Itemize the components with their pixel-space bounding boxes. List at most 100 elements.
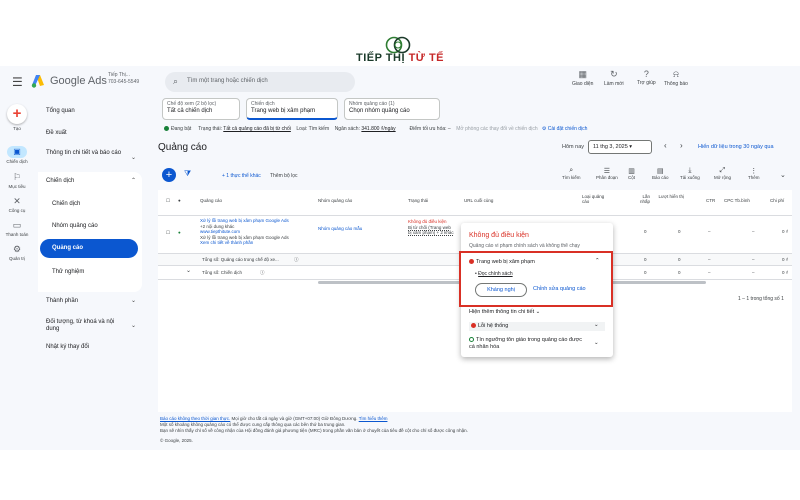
show-more-details[interactable]: Hiện thêm thông tin chi tiết ⌄ — [469, 309, 540, 315]
edit-ad-button[interactable]: Chỉnh sửa quảng cáo — [533, 286, 586, 292]
create-button[interactable]: + — [7, 104, 27, 124]
adgroup-link[interactable]: Nhóm quảng cáo mẫu — [318, 226, 362, 232]
chevron-down-icon[interactable]: ⌄ — [131, 297, 136, 304]
google-ads-logo-icon — [31, 75, 44, 88]
refresh-icon: ↻ — [610, 69, 618, 79]
rail-tools[interactable]: ✕ Công cụ — [0, 196, 34, 213]
view-selector[interactable]: Chế độ xem (2 bộ lọc) Tất cả chiến dịch — [162, 98, 240, 120]
expand-icon: ⤢ — [719, 167, 726, 174]
adgroup-selector[interactable]: Nhóm quảng cáo (1) Chọn nhóm quảng cáo — [344, 98, 440, 120]
row-checkbox[interactable]: ☐ — [166, 230, 170, 236]
compare-range[interactable]: Hiển dữ liệu trong 30 ngày qua — [698, 144, 774, 150]
nav-assets[interactable]: Thành phần — [46, 298, 78, 304]
impressions-value: 0 — [678, 229, 681, 234]
nav-change-history[interactable]: Nhật ký thay đổi — [46, 344, 89, 350]
col-final-url[interactable]: URL cuối cùng — [464, 198, 493, 203]
chevron-right-icon[interactable]: › — [680, 141, 683, 150]
tool-download[interactable]: ⤓ Tải xuống — [680, 167, 700, 180]
rail-billing[interactable]: ▭ Thanh toán — [0, 220, 34, 237]
chevron-up-icon[interactable]: ⌃ — [595, 258, 600, 264]
table-header: ☐ ● Quảng cáo Nhóm quảng cáo Trạng thái … — [158, 190, 792, 216]
policy-link[interactable]: • Đọc chính sách — [475, 271, 513, 277]
cost-value: 0 ₫ — [782, 229, 789, 234]
campaign-settings-link[interactable]: ⚙ Cài đặt chiến dịch — [542, 126, 588, 132]
select-all-checkbox[interactable]: ☐ — [166, 198, 170, 204]
expand-chevron-icon[interactable]: ⌄ — [186, 268, 191, 275]
col-ad[interactable]: Quảng cáo — [200, 198, 222, 203]
menu-icon[interactable]: ☰ — [12, 75, 23, 89]
search-input[interactable]: ⌕ Tìm một trang hoặc chiến dịch — [165, 72, 355, 92]
chevron-left-icon[interactable]: ‹ — [664, 141, 667, 150]
appeal-button[interactable]: Kháng nghị — [475, 283, 527, 297]
nav-insights[interactable]: Thông tin chi tiết và báo cáo — [46, 150, 122, 157]
add-entity-filter[interactable]: + 1 thực thể khác — [222, 173, 261, 179]
status-dot-icon: ● — [178, 230, 181, 235]
chevron-down-icon[interactable]: ⌄ — [780, 171, 786, 179]
help-button[interactable]: ? Trợ giúp — [637, 69, 656, 86]
help-icon[interactable]: ⓘ — [260, 270, 265, 276]
tool-more[interactable]: ⋮ Thêm — [748, 167, 760, 180]
gear-icon: ⚙ — [12, 244, 22, 254]
nav-sub-experiments[interactable]: Thử nghiệm — [52, 269, 84, 275]
tool-segment[interactable]: ☰ Phân đoạn — [596, 167, 618, 180]
add-ad-button[interactable]: + — [162, 168, 176, 182]
rail-campaigns[interactable]: ▣ Chiến dịch — [0, 146, 34, 164]
chevron-up-icon[interactable]: ⌃ — [131, 177, 136, 184]
change-note: Mở phòng các thay đổi về chiến dịch — [456, 126, 538, 132]
total-ads-label: Tổng số: Quảng cáo trong chế độ xe... — [202, 257, 279, 262]
chevron-down-icon[interactable]: ⌄ — [594, 322, 599, 328]
col-clicks[interactable]: Lần nhấp — [634, 194, 650, 204]
add-filter[interactable]: Thêm bộ lọc — [270, 173, 298, 179]
billing-icon: ▭ — [12, 220, 22, 230]
total-campaign-label: Tổng số: Chiến dịch — [202, 270, 243, 275]
tool-search[interactable]: ⌕ Tìm kiếm — [562, 167, 581, 180]
date-range-picker[interactable]: 11 thg 3, 2025 ▾ — [588, 140, 652, 154]
col-cost[interactable]: Chi phí — [770, 198, 784, 203]
status-dot-icon — [164, 126, 169, 132]
col-impressions[interactable]: Lượt hiển thị — [658, 194, 684, 199]
chevron-down-icon[interactable]: ⌄ — [594, 340, 599, 346]
ctr-value: – — [708, 229, 711, 234]
budget-value[interactable]: 341.800 ₫/ngày — [361, 126, 395, 132]
appearance-button[interactable]: ▦ Giao diện — [572, 69, 593, 87]
refresh-button[interactable]: ↻ Làm mới — [604, 69, 624, 87]
system-error-label: Lỗi hệ thống — [471, 323, 508, 329]
nav-overview[interactable]: Tổng quan — [46, 108, 75, 114]
col-cpc[interactable]: CPC Tb.bình — [724, 198, 750, 203]
popup-subtitle: Quảng cáo vi phạm chính sách và không th… — [469, 243, 580, 249]
account-switcher[interactable]: Tiếp Thị... 703-645-5549 — [108, 72, 139, 86]
site-brand-header: TIẾP THỊ TỪ TẾ — [0, 0, 800, 66]
nav-audiences[interactable]: Đối tượng, từ khoá và nội dung — [46, 319, 126, 333]
ad-cell[interactable]: Xử lý lỗi trang web bị xâm phạm Google A… — [200, 218, 310, 246]
trophy-icon: ⚐ — [12, 172, 22, 182]
nav-recommendations[interactable]: Đề xuất — [46, 130, 67, 136]
help-icon: ? — [643, 69, 649, 79]
account-id: 703-645-5549 — [108, 79, 140, 85]
tool-columns[interactable]: ▥ Cột — [628, 167, 635, 180]
search-placeholder: Tìm một trang hoặc chiến dịch — [187, 78, 268, 84]
status-value[interactable]: Tất cả quảng cáo đã bị từ chối — [223, 126, 291, 132]
issue-religion[interactable]: Tín ngưỡng tôn giáo trong quảng cáo được… — [469, 337, 589, 351]
help-icon[interactable]: ⓘ — [294, 257, 299, 263]
tool-reports[interactable]: ▤ Báo cáo — [652, 167, 669, 180]
clicks-value: 0 — [644, 229, 647, 234]
nav-sub-campaigns[interactable]: Chiến dịch — [52, 201, 80, 207]
campaign-selector[interactable]: Chiến dịch Trang web bị xâm phạm — [246, 98, 338, 120]
col-adgroup[interactable]: Nhóm quảng cáo — [318, 198, 352, 203]
nav-sub-adgroups[interactable]: Nhóm quảng cáo — [52, 223, 98, 229]
chevron-down-icon[interactable]: ⌄ — [131, 154, 136, 161]
col-ad-type[interactable]: Loại quảng cáo — [582, 194, 610, 204]
rail-admin[interactable]: ⚙ Quản trị — [0, 244, 34, 261]
tool-expand[interactable]: ⤢ Mở rộng — [714, 167, 731, 180]
rail-goals[interactable]: ⚐ Mục tiêu — [0, 172, 34, 189]
status-cell[interactable]: Không đủ điều kiện Bị từ chối (Trang web… — [408, 219, 460, 236]
nav-sub-ads[interactable]: Quảng cáo — [40, 239, 138, 258]
filter-bar: Chế độ xem (2 bộ lọc) Tất cả chiến dịch C… — [158, 98, 800, 122]
nav-campaigns[interactable]: Chiến dịch — [46, 178, 74, 184]
filter-icon[interactable]: ⧩ — [184, 169, 191, 179]
left-rail: + Tạo ▣ Chiến dịch ⚐ Mục tiêu ✕ Công cụ ▭ Th… — [0, 98, 34, 450]
col-status[interactable]: Trạng thái — [408, 198, 428, 203]
chevron-down-icon[interactable]: ⌄ — [131, 322, 136, 329]
col-ctr[interactable]: CTR — [706, 198, 715, 203]
notifications-button[interactable]: ⍾ Thông báo — [664, 69, 688, 87]
